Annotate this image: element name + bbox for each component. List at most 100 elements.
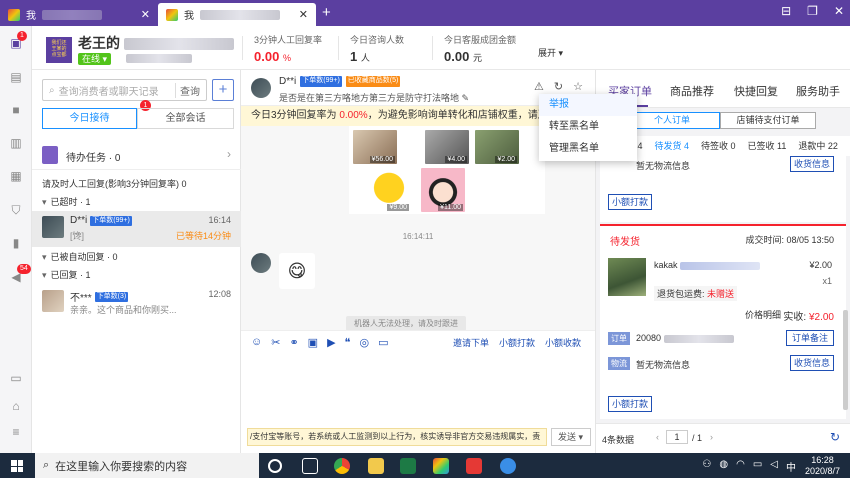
quote-icon[interactable]: ❝ — [345, 336, 351, 349]
folder-icon[interactable]: ▭ — [378, 336, 388, 349]
refresh-icon[interactable]: ↻ — [830, 430, 840, 444]
tab-quick-reply[interactable]: 快捷回复 — [734, 83, 778, 99]
people-icon[interactable]: ⚇ — [702, 459, 711, 474]
tab-inactive[interactable]: 我 ✕ — [0, 3, 158, 26]
system-clock[interactable]: 16:28 2020/8/7 — [805, 455, 840, 477]
receiver-info-button[interactable]: 收货信息 — [790, 156, 834, 172]
file-explorer-icon[interactable] — [368, 458, 384, 474]
video-icon[interactable]: ▶ — [327, 336, 335, 349]
buyer-name: D**i — [279, 76, 297, 87]
next-page-icon[interactable]: › — [710, 432, 713, 442]
cortana-icon[interactable] — [268, 459, 282, 473]
scissors-icon[interactable]: ✂ — [271, 336, 280, 349]
personal-orders-toggle[interactable]: 个人订单 — [624, 112, 720, 129]
group-timeout[interactable]: ▾ 已超时 · 1 — [42, 195, 91, 208]
tab-assistant[interactable]: 服务助手 — [796, 83, 840, 99]
chat-tray-icon[interactable]: ◍ — [719, 459, 728, 474]
star-icon[interactable]: ☆ — [573, 80, 583, 93]
search-input[interactable]: ⌕ 查询消费者或聊天记录 查询 — [42, 79, 207, 101]
bag-icon[interactable]: ■ — [9, 103, 23, 117]
shield-icon[interactable]: ⛉ — [9, 203, 23, 217]
image-icon[interactable]: ▣ — [308, 336, 318, 349]
status-to-receive[interactable]: 待签收 0 — [701, 136, 736, 156]
message-input[interactable]: /支付宝等账号，若系统或人工监测到以上行为，核实诱导非官方交易违规属实，责 发送… — [241, 352, 595, 453]
windows-start-icon[interactable] — [11, 460, 23, 472]
menu-item-manage-blacklist[interactable]: 管理黑名单 — [539, 138, 637, 160]
edit-icon[interactable]: ✎ — [462, 93, 470, 103]
taskbar-search[interactable]: ⌕ 在这里输入你要搜索的内容 — [35, 453, 259, 478]
home-icon[interactable]: ⌂ — [9, 399, 23, 413]
status-received[interactable]: 已签收 11 — [748, 136, 787, 156]
search-button[interactable]: 查询 — [175, 82, 200, 98]
tab-recommend[interactable]: 商品推荐 — [670, 83, 714, 99]
warning-icon[interactable]: ⚠ — [534, 80, 544, 93]
emoji-icon[interactable]: ☺ — [251, 336, 262, 349]
receiver-info-button[interactable]: 收货信息 — [790, 355, 834, 371]
logistics-label: 物流 — [608, 357, 630, 370]
online-status[interactable]: 在线 ▾ — [78, 53, 112, 65]
tab-today[interactable]: 今日接待 — [42, 108, 137, 129]
small-pay-button[interactable]: 小额打款 — [608, 194, 652, 210]
chevron-right-icon: › — [227, 147, 231, 161]
printer-icon[interactable]: ▭ — [9, 371, 23, 385]
restore-icon[interactable]: ❐ — [807, 4, 818, 18]
app-icon[interactable] — [433, 458, 449, 474]
product-image[interactable]: ¥4.00 — [425, 130, 469, 164]
document-icon[interactable]: ▤ — [9, 70, 23, 84]
group-replied[interactable]: ▾ 已回复 · 1 — [42, 268, 91, 281]
status-refunding[interactable]: 退款中 22 — [798, 136, 838, 156]
book-icon[interactable]: ▮ — [9, 236, 23, 250]
product-image[interactable]: ¥9.00 — [367, 168, 411, 212]
wifi-icon[interactable]: ◠ — [736, 459, 745, 474]
group-auto[interactable]: ▾ 已被自动回复 · 0 — [42, 250, 118, 263]
minimize-icon[interactable]: ⊟ — [781, 4, 791, 18]
scrollbar[interactable] — [843, 310, 848, 410]
product-price: ¥2.00 — [495, 156, 517, 163]
network-icon[interactable]: ▭ — [753, 459, 762, 474]
small-pay-button[interactable]: 小额打款 — [608, 396, 652, 412]
product-image[interactable]: ¥11.00 — [421, 168, 465, 212]
task-view-icon[interactable] — [302, 458, 318, 474]
menu-item-report[interactable]: 举报 — [539, 94, 637, 116]
app-icon[interactable] — [500, 458, 516, 474]
stat-value: 1 — [350, 49, 358, 64]
close-icon[interactable]: ✕ — [834, 4, 844, 18]
excel-icon[interactable] — [400, 458, 416, 474]
session-item[interactable]: 不*** 下单数(3) 12:08 亲亲。这个商品和你刚买... — [32, 285, 241, 321]
send-button[interactable]: 发送 ▾ — [551, 428, 591, 446]
prev-page-icon[interactable]: ‹ — [656, 432, 659, 442]
ime-indicator[interactable]: 中 — [786, 459, 796, 474]
tab-close-icon[interactable]: ✕ — [299, 8, 308, 21]
product-image[interactable]: ¥2.00 — [475, 130, 519, 164]
tab-close-icon[interactable]: ✕ — [141, 8, 150, 21]
link-icon[interactable]: ⚭ — [289, 336, 298, 349]
product-qty: x1 — [822, 276, 832, 286]
product-image[interactable] — [608, 258, 646, 296]
session-item[interactable]: D**i 下单数(99+) 16:14 [馋] 已等待14分钟 — [32, 211, 241, 247]
share-icon[interactable]: ↻ — [554, 80, 563, 93]
new-tab-button[interactable]: + — [322, 4, 331, 21]
product-image[interactable]: ¥56.00 — [353, 130, 397, 164]
chrome-icon[interactable] — [334, 458, 350, 474]
order-remark-button[interactable]: 订单备注 — [786, 330, 834, 346]
status-to-ship[interactable]: 待发货 4 — [655, 136, 690, 156]
volume-icon[interactable]: ◁ — [770, 459, 778, 474]
tab-all[interactable]: 全部会话 — [137, 108, 234, 129]
todo-tasks[interactable]: 待办任务 · 0 › — [32, 140, 241, 170]
menu-icon[interactable]: ≡ — [9, 425, 23, 439]
chart-icon[interactable]: ▥ — [9, 136, 23, 150]
coupon-icon[interactable]: ◎ — [359, 336, 369, 349]
tab-active[interactable]: 我 ✕ — [158, 3, 316, 26]
store-pending-toggle[interactable]: 店铺待支付订单 — [720, 112, 816, 129]
app-icon[interactable] — [466, 458, 482, 474]
invite-order-link[interactable]: 邀请下单 — [453, 336, 489, 349]
menu-item-blacklist[interactable]: 转至黑名单 — [539, 116, 637, 138]
small-collect-link[interactable]: 小额收款 — [545, 336, 581, 349]
price-detail-link[interactable]: 价格明细 — [745, 308, 781, 321]
expand-button[interactable]: 展开 ▾ — [538, 46, 563, 59]
small-pay-link[interactable]: 小额打款 — [499, 336, 535, 349]
stat-unit: 人 — [360, 53, 370, 63]
add-button[interactable]: + — [212, 79, 234, 101]
page-input[interactable]: 1 — [666, 430, 688, 444]
apps-icon[interactable]: ▦ — [9, 169, 23, 183]
